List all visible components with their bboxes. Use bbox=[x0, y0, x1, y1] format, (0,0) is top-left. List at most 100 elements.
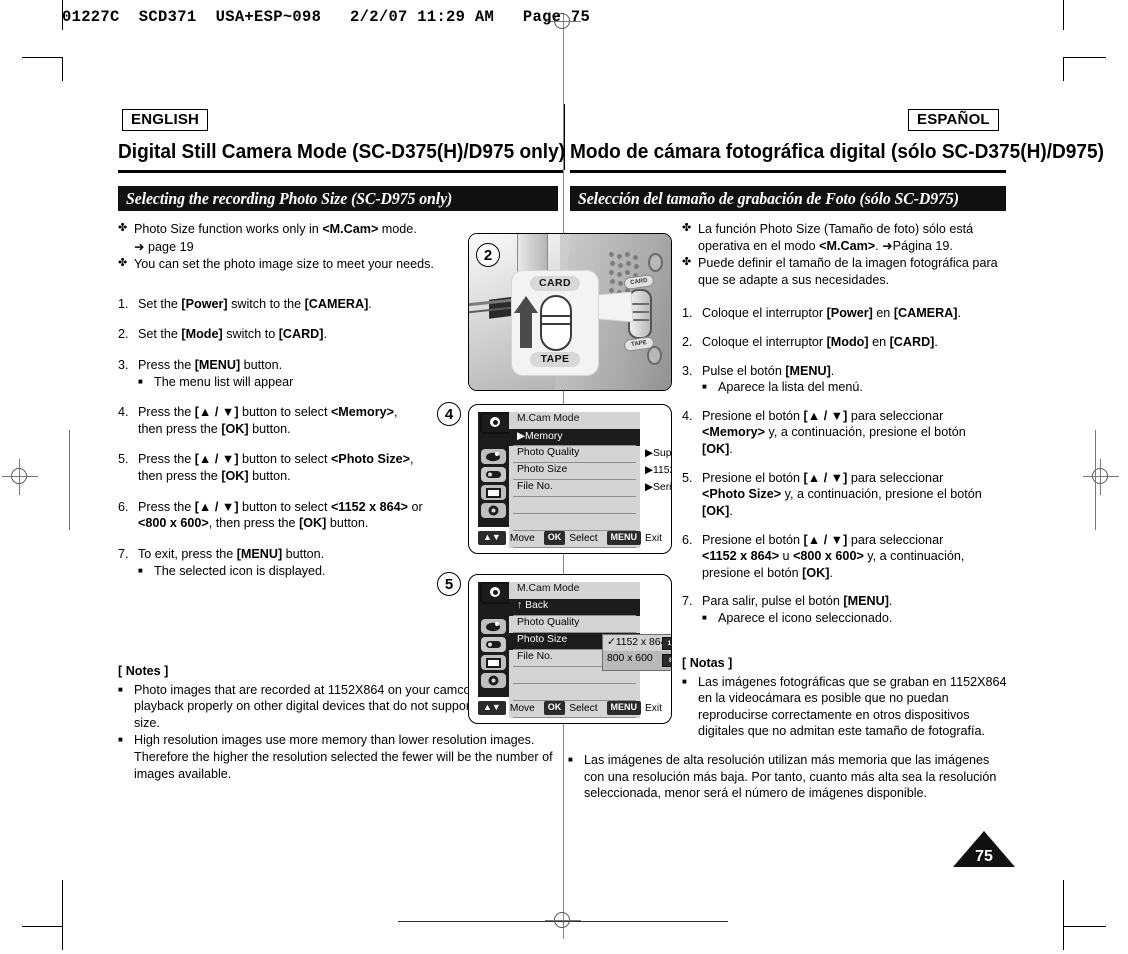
step-text: Presione el botón [▲ / ▼] para seleccion… bbox=[702, 408, 966, 457]
osd-menu-row[interactable]: File No. bbox=[509, 480, 640, 497]
bullet-icon: ✤ bbox=[118, 257, 128, 270]
intro-bullet: ✤ You can set the photo image size to mee… bbox=[118, 256, 468, 273]
instruction-step: 3. Press the [MENU] button. ■ The menu list… bbox=[118, 357, 468, 390]
photo-quality-icon-2 bbox=[481, 619, 506, 634]
note-text: Las imágenes fotográficas que se graban … bbox=[698, 674, 1007, 739]
step-number: 6. bbox=[682, 532, 693, 547]
intro-bullet-text: Photo Size function works only in <M.Cam… bbox=[134, 222, 417, 236]
photo-quality-glyph bbox=[486, 452, 500, 462]
spanish-notes-block-second: ■ Las imágenes de alta resolución utiliza… bbox=[568, 752, 1008, 803]
note-item: ■ High resolution images use more memory … bbox=[118, 732, 558, 782]
photo-size-icon bbox=[481, 467, 506, 482]
mcam-mode-camera-icon bbox=[480, 412, 511, 434]
figure-5-select-label: Select bbox=[569, 702, 598, 714]
step-text: Press the [▲ / ▼] button to select <Memo… bbox=[138, 405, 398, 436]
submenu-option[interactable]: 800 x 600 800 bbox=[603, 652, 671, 668]
photo-quality-glyph-2 bbox=[486, 622, 500, 632]
intro-bullet-text: La función Photo Size (Tamaño de foto) s… bbox=[698, 222, 974, 253]
settings-icon-2 bbox=[481, 673, 506, 688]
osd-menu-row[interactable]: ▶Memory bbox=[509, 429, 640, 446]
step-text: Para salir, pulse el botón [MENU]. bbox=[702, 594, 893, 609]
submenu-option-label: 800 x 600 bbox=[607, 653, 653, 664]
ok-key-icon: OK bbox=[543, 531, 566, 545]
step-number: 3. bbox=[118, 358, 129, 373]
crop-mark-bottom-left-horizontal bbox=[22, 926, 62, 927]
callout-label-card: CARD bbox=[530, 276, 580, 291]
section-heading-english: Selecting the recording Photo Size (SC-D… bbox=[118, 186, 558, 211]
square-bullet-icon: ■ bbox=[118, 684, 123, 694]
osd-menu-row[interactable]: Photo Size bbox=[509, 463, 640, 480]
figure-5-hint-bar: ▲▼ Move OK Select MENU Exit bbox=[478, 699, 662, 717]
osd-menu-row-label: Photo Quality bbox=[517, 447, 580, 458]
instruction-step: 7. To exit, press the [MENU] button. ■ The … bbox=[118, 546, 468, 579]
page-title-english: Digital Still Camera Mode (SC-D375(H)/D9… bbox=[118, 140, 566, 163]
step-subnote-text: Aparece el icono seleccionado. bbox=[718, 610, 893, 625]
square-bullet-icon: ■ bbox=[568, 755, 573, 764]
osd-menu-row[interactable]: ↑ Back bbox=[509, 599, 640, 616]
intro-bullet-text: You can set the photo image size to meet… bbox=[134, 257, 434, 272]
english-steps-list: 1. Set the [Power] switch to the [CAMERA]… bbox=[118, 296, 468, 579]
spanish-notes-heading: [ Notas ] bbox=[682, 656, 733, 670]
step-subnote-text: The selected icon is displayed. bbox=[154, 563, 326, 578]
photo-size-badge-icon: 800 bbox=[662, 654, 671, 667]
crop-mark-top-right-horizontal bbox=[1064, 57, 1106, 58]
osd-menu-row-label: Photo Quality bbox=[517, 617, 580, 628]
crop-mark-bottom-right-vertical bbox=[1063, 880, 1064, 950]
figure-4-osd-menu: M.Cam Mode ▶Memory Photo Quality ▶Super Fi… bbox=[468, 404, 672, 554]
camera-screw-hole-top bbox=[648, 253, 663, 272]
step-subnote: ■ The selected icon is displayed. bbox=[138, 563, 468, 580]
intro-bullet: ✤ La función Photo Size (Tamaño de foto) … bbox=[682, 221, 1010, 254]
step-text: Coloque el interruptor [Power] en [CAMER… bbox=[702, 306, 961, 321]
callout-up-arrow-icon bbox=[514, 296, 538, 348]
submenu-option-label: ✓1152 x 864 bbox=[607, 637, 667, 648]
instruction-step: 2. Coloque el interruptor [Modo] en [CARD… bbox=[682, 334, 1010, 351]
bullet-icon: ✤ bbox=[682, 256, 692, 269]
photo-size-submenu[interactable]: ✓1152 x 8641152 800 x 600 800 bbox=[602, 634, 671, 671]
page-title-spanish: Modo de cámara fotográfica digital (sólo… bbox=[570, 140, 1104, 163]
osd-menu-row-value: ▶Series bbox=[645, 482, 672, 493]
bullet-icon bbox=[118, 239, 134, 256]
column-divider-top bbox=[564, 104, 566, 170]
page-number-label: 75 bbox=[975, 848, 993, 865]
step-subnote-text: The menu list will appear bbox=[154, 374, 294, 389]
figure-5-title: M.Cam Mode bbox=[517, 583, 580, 594]
title-underline-left bbox=[118, 170, 563, 173]
square-bullet-icon: ■ bbox=[118, 735, 123, 745]
figure-2-step-number: 2 bbox=[476, 243, 500, 267]
step-number: 4. bbox=[118, 405, 129, 420]
crop-mark-bottom-right-horizontal bbox=[1064, 926, 1106, 927]
crop-mark-left-vertical bbox=[62, 57, 63, 81]
step-number: 2. bbox=[682, 335, 693, 350]
step-subnote: ■ Aparece el icono seleccionado. bbox=[702, 610, 1010, 627]
photo-size-icon-2 bbox=[481, 637, 506, 652]
spanish-notes-list-first: ■ Las imágenes fotográficas que se graban… bbox=[682, 674, 1007, 740]
osd-menu-row[interactable]: Photo Quality bbox=[509, 446, 640, 463]
crop-mark-top-right-vertical bbox=[1063, 0, 1064, 30]
file-no-icon-2 bbox=[481, 655, 506, 670]
figure-5-screen: M.Cam Mode ↑ Back Photo Quality Photo Size… bbox=[478, 582, 671, 718]
square-bullet-icon: ■ bbox=[702, 382, 707, 392]
figure-4-move-label: Move bbox=[509, 532, 535, 544]
photo-size-glyph-2 bbox=[486, 641, 501, 648]
callout-label-tape: TAPE bbox=[530, 352, 580, 367]
figure-5-exit-label: Exit bbox=[645, 702, 662, 714]
menu-key-icon-2: MENU bbox=[606, 701, 642, 715]
crop-mark-top-left-horizontal bbox=[22, 57, 62, 58]
figure-4-exit-label: Exit bbox=[645, 532, 662, 544]
step-text: To exit, press the [MENU] button. bbox=[138, 546, 325, 561]
title-underline-right bbox=[570, 170, 1006, 173]
step-text: Press the [▲ / ▼] button to select <1152… bbox=[138, 499, 423, 531]
submenu-option[interactable]: ✓1152 x 8641152 bbox=[603, 635, 671, 651]
bullet-icon: ✤ bbox=[118, 222, 128, 234]
figure-4-screen: M.Cam Mode ▶Memory Photo Quality ▶Super Fi… bbox=[478, 412, 671, 548]
instruction-step: 2. Set the [Mode] switch to [CARD]. bbox=[118, 326, 468, 343]
step-text: Set the [Power] switch to the [CAMERA]. bbox=[138, 296, 372, 311]
photo-size-glyph bbox=[486, 471, 501, 478]
figure-4-title: M.Cam Mode bbox=[517, 413, 580, 424]
registration-mark-bottom-center bbox=[545, 903, 581, 939]
intro-bullet: ✤ Photo Size function works only in <M.Ca… bbox=[118, 221, 468, 238]
osd-menu-row[interactable]: Photo Quality bbox=[509, 616, 640, 633]
osd-menu-row-value: ▶Super Fine bbox=[645, 448, 672, 459]
bullet-icon: ✤ bbox=[682, 222, 692, 234]
square-bullet-icon: ■ bbox=[138, 565, 143, 575]
